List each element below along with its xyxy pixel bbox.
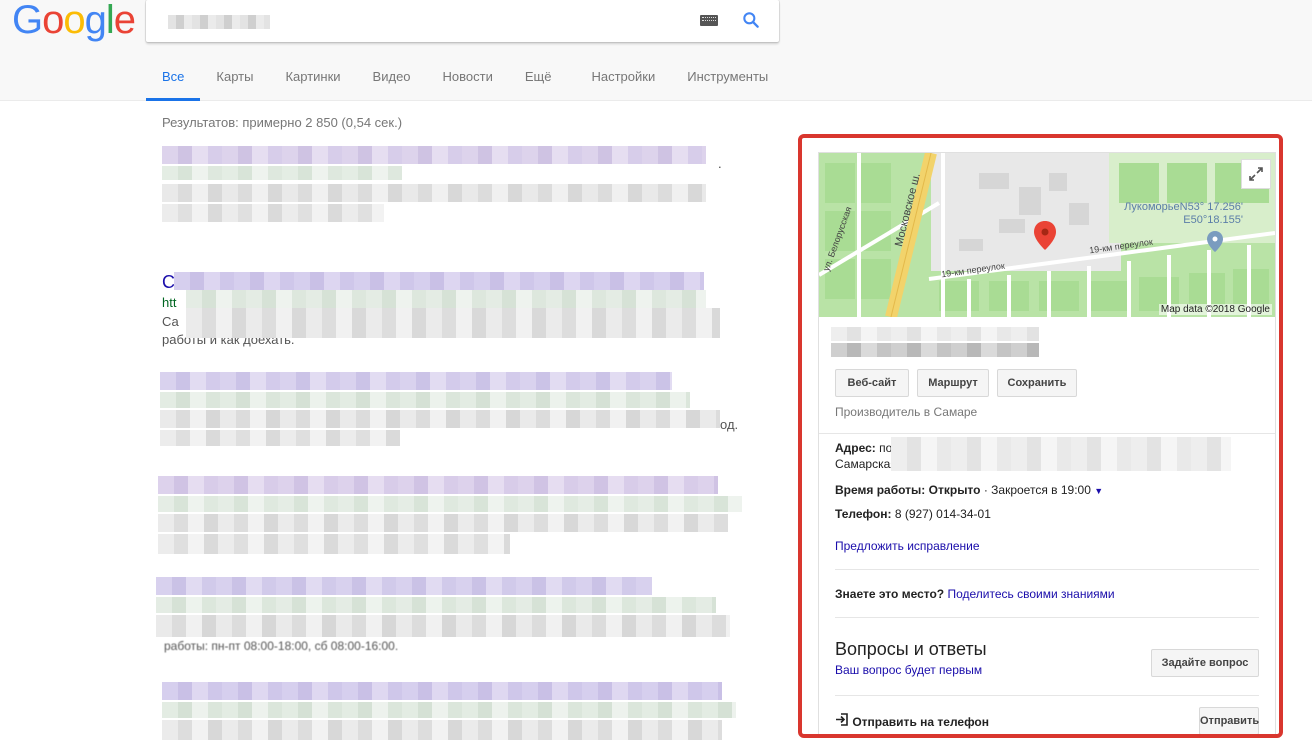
expand-map-button[interactable] (1241, 159, 1271, 189)
suggest-edit-link[interactable]: Предложить исправление (835, 539, 980, 553)
phone-row: Телефон: 8 (927) 014-34-01 (835, 507, 991, 521)
result-url-blurred (186, 290, 706, 308)
know-place-row: Знаете это место? Поделитесь своими знан… (835, 587, 1115, 601)
chevron-down-icon[interactable]: ▼ (1094, 486, 1103, 496)
address-label: Адрес: (835, 441, 876, 455)
map-credit: Map data ©2018 Google (1158, 304, 1272, 315)
search-result[interactable]: од. (160, 372, 740, 452)
send-to-phone-row: Отправить на телефон (835, 713, 989, 729)
results-stats: Результатов: примерно 2 850 (0,54 сек.) (162, 115, 403, 130)
result-snippet-blurred (160, 430, 400, 446)
result-url-blurred[interactable] (162, 166, 402, 180)
address-row: Адрес: по (835, 441, 892, 455)
search-result[interactable]: . (162, 146, 722, 246)
ask-question-button[interactable]: Задайте вопрос (1151, 649, 1259, 677)
search-input[interactable] (168, 15, 270, 29)
result-url-blurred (160, 392, 690, 408)
save-button[interactable]: Сохранить (997, 369, 1077, 397)
address-blurred (891, 437, 1231, 471)
result-url-fragment: htt (162, 295, 177, 310)
map-place-label: ЛукоморьеN53° 17.256' E50°18.155' (1124, 201, 1243, 226)
hours-row[interactable]: Время работы: Открыто · Закроется в 19:0… (835, 483, 1103, 497)
result-snippet-blurred (156, 615, 730, 637)
search-tabs: Все Карты Картинки Видео Новости Ещё Нас… (146, 62, 784, 101)
result-url-blurred (156, 597, 716, 613)
qa-first-question-link[interactable]: Ваш вопрос будет первым (835, 663, 982, 677)
hours-detail: · Закроется в 19:00 (983, 483, 1091, 497)
tab-maps[interactable]: Карты (200, 62, 269, 101)
result-snippet-blurred (162, 184, 706, 202)
result-url-blurred (158, 496, 742, 512)
result-snippet-fragment: од. (720, 417, 739, 432)
result-url-blurred (162, 702, 736, 718)
divider (835, 695, 1259, 696)
map-preview[interactable]: Московское ш. 19-км переулок 19-км переу… (819, 153, 1275, 317)
divider (835, 617, 1259, 618)
keyboard-icon[interactable] (700, 15, 718, 26)
result-snippet-fragment: Са (162, 314, 179, 329)
result-title-blurred[interactable] (156, 577, 652, 595)
google-logo[interactable]: Google (12, 0, 136, 40)
knowledge-panel: Московское ш. 19-км переулок 19-км переу… (798, 134, 1283, 738)
result-title-blurred[interactable] (158, 476, 718, 494)
result-snippet-blurred (162, 204, 384, 222)
result-snippet-fragment: работы: пн-пт 08:00-18:00, сб 08:00-16:0… (164, 639, 399, 653)
map-canvas[interactable] (819, 153, 1275, 317)
tab-more[interactable]: Ещё (509, 62, 568, 101)
send-button[interactable]: Отправить (1199, 707, 1259, 734)
know-place-label: Знаете это место? (835, 587, 945, 601)
tab-video[interactable]: Видео (357, 62, 427, 101)
result-title-blurred[interactable] (162, 682, 722, 700)
expand-icon (1249, 167, 1263, 181)
place-title-blurred (831, 327, 1039, 357)
result-title-blurred[interactable] (162, 146, 706, 164)
knowledge-panel-inner: Московское ш. 19-км переулок 19-км переу… (818, 152, 1276, 734)
send-to-phone-icon (835, 713, 849, 729)
tab-tools[interactable]: Инструменты (671, 62, 784, 101)
search-box[interactable] (146, 0, 779, 42)
result-snippet-blurred (162, 720, 722, 740)
result-snippet-fragment: . (718, 156, 722, 171)
search-result[interactable] (162, 682, 738, 742)
tab-news[interactable]: Новости (427, 62, 509, 101)
phone-value[interactable]: 8 (927) 014-34-01 (895, 507, 991, 521)
result-snippet-blurred (186, 308, 720, 338)
top-header: Google Все Карты Картинки Видео Новости … (0, 0, 1312, 101)
hours-status: Открыто (928, 483, 981, 497)
result-title-blurred[interactable] (174, 272, 704, 290)
search-result[interactable]: работы: пн-пт 08:00-18:00, сб 08:00-16:0… (156, 577, 732, 657)
divider (819, 433, 1275, 434)
search-icon[interactable] (741, 10, 761, 30)
result-snippet-blurred (158, 514, 728, 532)
qa-title: Вопросы и ответы (835, 639, 987, 659)
result-snippet-blurred (158, 534, 510, 554)
tab-all[interactable]: Все (146, 62, 201, 101)
result-title-blurred[interactable] (160, 372, 672, 390)
place-category: Производитель в Самаре (835, 405, 978, 419)
hours-label: Время работы: (835, 483, 926, 497)
search-result[interactable]: С htt Са работы и как доехать. (162, 272, 722, 352)
search-result[interactable] (158, 476, 742, 556)
result-snippet-blurred (160, 410, 720, 428)
tab-images[interactable]: Картинки (269, 62, 356, 101)
website-button[interactable]: Веб-сайт (835, 369, 909, 397)
share-knowledge-link[interactable]: Поделитесь своими знаниями (947, 587, 1114, 601)
route-button[interactable]: Маршрут (917, 369, 989, 397)
tab-settings[interactable]: Настройки (575, 62, 671, 101)
phone-label: Телефон: (835, 507, 892, 521)
send-to-phone-label: Отправить на телефон (852, 715, 990, 729)
divider (835, 569, 1259, 570)
